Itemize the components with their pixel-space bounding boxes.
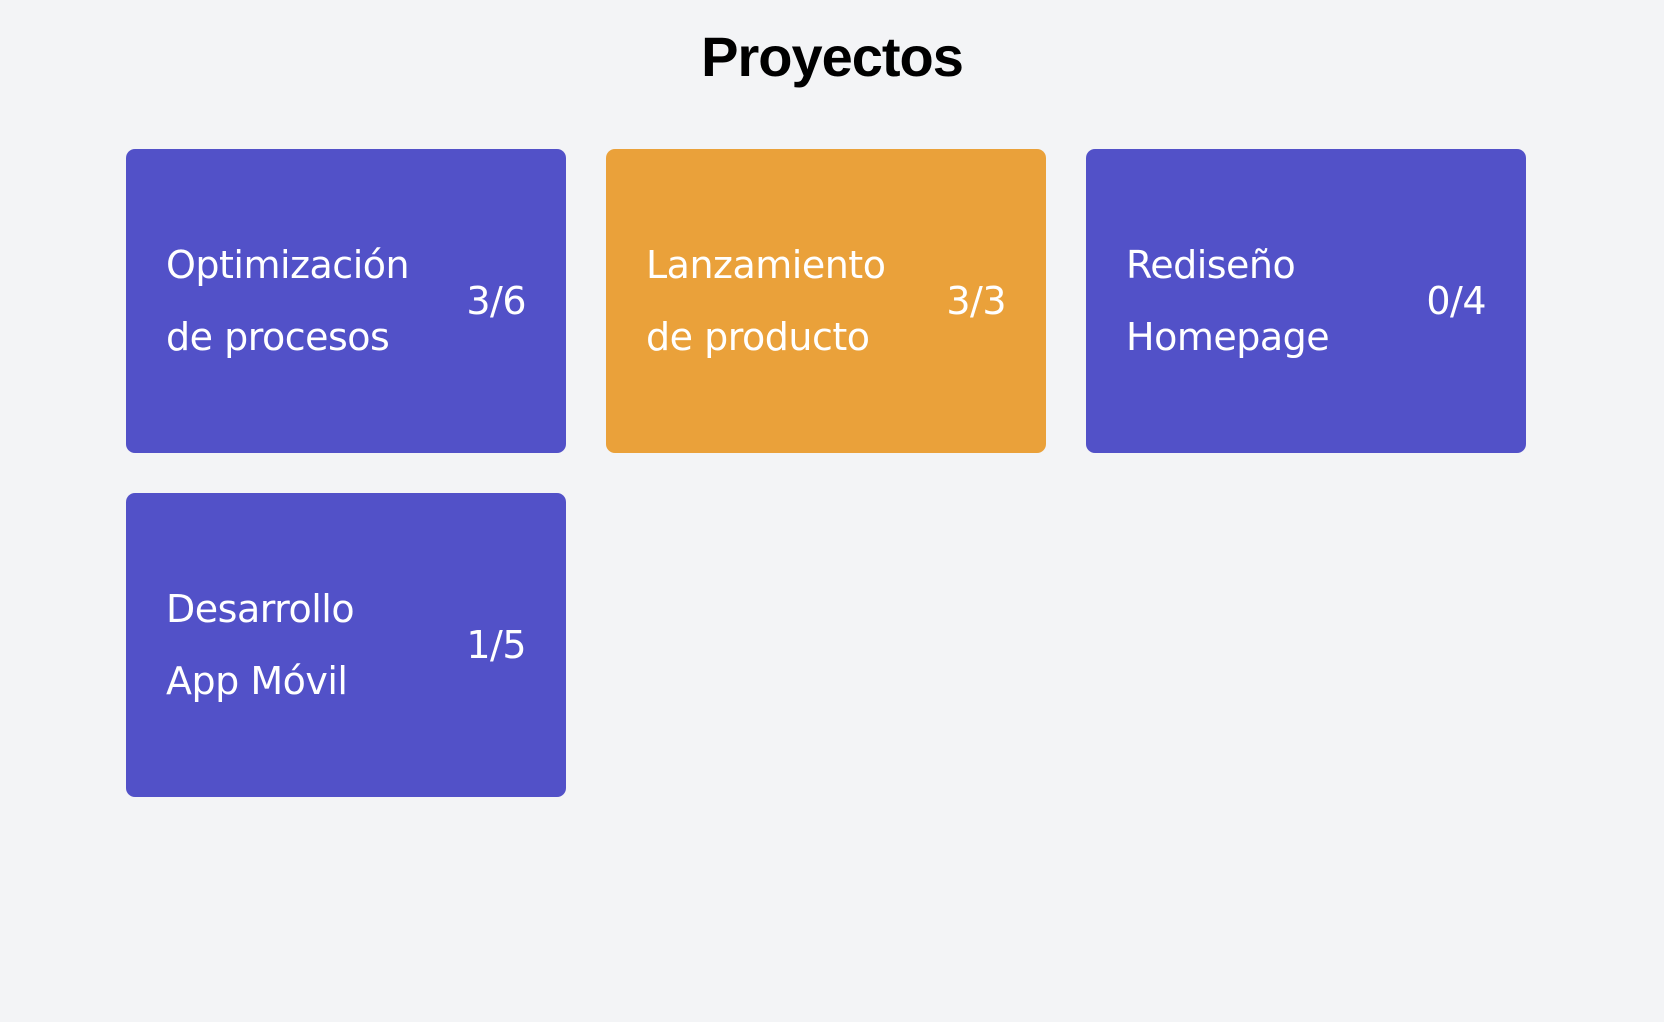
- project-name: Rediseño Homepage: [1126, 243, 1330, 359]
- project-task-count: 0/4: [1426, 279, 1486, 323]
- projects-grid: Optimización de procesos 3/6 Lanzamiento…: [126, 149, 1526, 797]
- project-card[interactable]: Lanzamiento de producto 3/3: [606, 149, 1046, 453]
- page-title: Proyectos: [701, 25, 964, 88]
- project-card[interactable]: Rediseño Homepage 0/4: [1086, 149, 1526, 453]
- project-name: Optimización de procesos: [166, 243, 410, 359]
- project-card[interactable]: Desarrollo App Móvil 1/5: [126, 493, 566, 797]
- project-task-count: 3/3: [946, 279, 1006, 323]
- project-card[interactable]: Optimización de procesos 3/6: [126, 149, 566, 453]
- project-task-count: 3/6: [466, 279, 526, 323]
- project-name: Desarrollo App Móvil: [166, 587, 355, 703]
- project-name: Lanzamiento de producto: [646, 243, 886, 359]
- project-task-count: 1/5: [466, 623, 526, 667]
